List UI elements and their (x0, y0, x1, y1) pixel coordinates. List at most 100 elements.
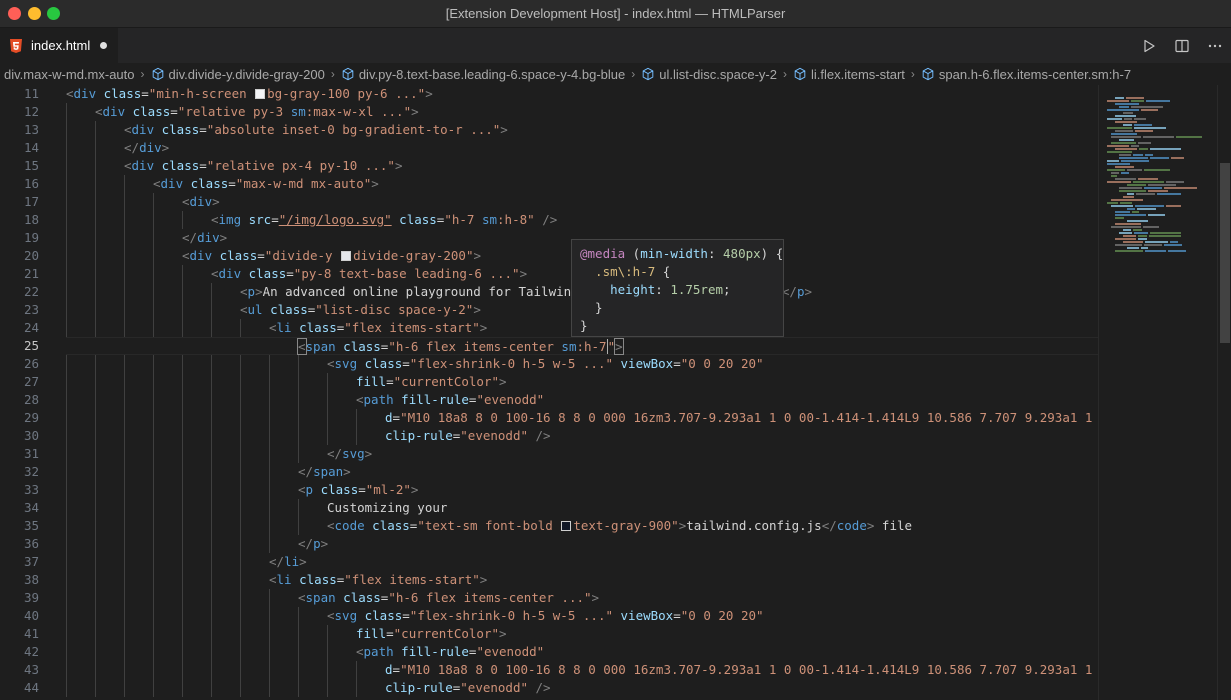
code-token: div (102, 104, 126, 119)
minimap-line (1139, 148, 1148, 150)
code-token: < (327, 356, 335, 371)
breadcrumb-item[interactable]: li.flex.items-start (793, 67, 905, 82)
code-token: = (141, 86, 149, 101)
minimap-line (1107, 160, 1119, 162)
code-line[interactable]: </div> (66, 139, 1098, 157)
minimap-line (1141, 247, 1148, 249)
code-line[interactable]: fill="currentColor"> (66, 373, 1098, 391)
breadcrumb-separator-icon: › (783, 67, 787, 81)
code-line[interactable]: d="M10 18a8 8 0 100-16 8 8 0 000 16zm3.7… (66, 661, 1098, 679)
code-token: li (276, 572, 292, 587)
code-line[interactable]: <code class="text-sm font-bold text-gray… (66, 517, 1098, 535)
minimap-line (1119, 139, 1134, 141)
minimap-line (1123, 229, 1131, 231)
code-token: < (356, 392, 364, 407)
code-token: > (394, 158, 403, 173)
minimap-line (1115, 148, 1137, 150)
code-token: : (655, 282, 671, 297)
code-token: } (580, 300, 603, 315)
code-line[interactable]: <span class="h-6 flex items-center ..."> (66, 589, 1098, 607)
split-editor-button[interactable] (1165, 28, 1198, 63)
code-line[interactable]: </span> (66, 463, 1098, 481)
code-line[interactable]: <div class="relative px-4 py-10 ..."> (66, 157, 1098, 175)
code-line[interactable]: <div> (66, 193, 1098, 211)
minimap-line (1115, 178, 1136, 180)
code-line[interactable]: Customizing your (66, 499, 1098, 517)
color-swatch[interactable] (341, 251, 352, 261)
matched-bracket: > (614, 338, 624, 355)
code-line[interactable]: <div class="max-w-md mx-auto"> (66, 175, 1098, 193)
code-token: "0 0 20 20" (680, 356, 764, 371)
color-swatch[interactable] (561, 521, 572, 531)
code-line[interactable]: clip-rule="evenodd" /> (66, 679, 1098, 697)
code-token: = (358, 482, 366, 497)
code-token: > (364, 446, 373, 461)
editor-tab-bar: index.html (0, 28, 1231, 63)
minimap-line (1150, 232, 1181, 234)
code-line[interactable]: </li> (66, 553, 1098, 571)
more-actions-button[interactable] (1198, 28, 1231, 63)
code-line[interactable]: <li class="flex items-start"> (66, 571, 1098, 589)
code-line[interactable]: <span class="h-6 flex items-center sm:h-… (66, 337, 1098, 355)
minimap-line (1107, 169, 1125, 171)
unsaved-dot-icon[interactable] (100, 42, 108, 49)
code-line[interactable]: <div class="relative py-3 sm:max-w-xl ..… (66, 103, 1098, 121)
breadcrumb-item[interactable]: div.divide-y.divide-gray-200 (151, 67, 325, 82)
code-token: d (385, 410, 393, 425)
code-token: "max-w-md mx-auto" (235, 176, 372, 191)
line-number: 23 (23, 302, 39, 317)
code-line[interactable]: clip-rule="evenodd" /> (66, 427, 1098, 445)
code-link[interactable]: "/img/logo.svg" (279, 212, 392, 227)
code-line[interactable]: d="M10 18a8 8 0 100-16 8 8 0 000 16zm3.7… (66, 409, 1098, 427)
color-swatch[interactable] (255, 89, 266, 99)
code-token: < (240, 284, 248, 299)
tab-index-html[interactable]: index.html (0, 28, 118, 63)
code-line[interactable]: </p> (66, 535, 1098, 553)
breadcrumb-item[interactable]: div.max-w-md.mx-auto (4, 67, 135, 82)
code-token: = (271, 212, 279, 227)
minimap-line (1121, 160, 1149, 162)
code-line[interactable]: <p class="ml-2"> (66, 481, 1098, 499)
line-number: 17 (23, 194, 39, 209)
minimap-line (1115, 166, 1134, 168)
minimap-line (1131, 100, 1144, 102)
code-token: < (327, 608, 335, 623)
code-token: @media (580, 246, 626, 261)
minimap-line (1138, 238, 1147, 240)
code-area[interactable]: <div class="min-h-screen bg-gray-100 py-… (66, 85, 1098, 700)
matched-bracket: < (297, 338, 307, 355)
code-token: class (391, 212, 437, 227)
code-token: = (228, 176, 236, 191)
minimap[interactable] (1098, 85, 1217, 700)
breadcrumb: div.max-w-md.mx-auto › div.divide-y.divide… (0, 63, 1231, 85)
code-token: > (473, 248, 482, 263)
breadcrumb-item[interactable]: ul.list-disc.space-y-2 (641, 67, 777, 82)
code-line[interactable]: <div class="min-h-screen bg-gray-100 py-… (66, 85, 1098, 103)
code-line[interactable]: <img src="/img/logo.svg" class="h-7 sm:h… (66, 211, 1098, 229)
vertical-scrollbar[interactable] (1217, 85, 1231, 700)
breadcrumb-item[interactable]: span.h-6.flex.items-center.sm:h-7 (921, 67, 1131, 82)
code-token: "list-disc space-y-2" (315, 302, 474, 317)
code-line[interactable]: fill="currentColor"> (66, 625, 1098, 643)
window-title: [Extension Development Host] - index.htm… (445, 6, 786, 21)
code-token: </ (298, 536, 314, 551)
scrollbar-thumb[interactable] (1220, 163, 1230, 343)
breadcrumb-item[interactable]: div.py-8.text-base.leading-6.space-y-4.b… (341, 67, 625, 82)
run-button[interactable] (1132, 28, 1165, 63)
minimap-line (1135, 205, 1164, 207)
code-line[interactable]: <path fill-rule="evenodd" (66, 643, 1098, 661)
line-number: 40 (23, 608, 39, 623)
code-line[interactable]: <div class="absolute inset-0 bg-gradient… (66, 121, 1098, 139)
code-line[interactable]: </svg> (66, 445, 1098, 463)
code-line[interactable]: <svg class="flex-shrink-0 h-5 w-5 ..." v… (66, 607, 1098, 625)
code-editor[interactable]: 11 12 13 14 15 16 17 18 19 20 21 22 23 24 25 26 27 28 29 30… (0, 85, 1098, 700)
hover-tooltip: @media (min-width: 480px) { .sm\:h-7 { h… (571, 239, 784, 337)
code-line[interactable]: <svg class="flex-shrink-0 h-5 w-5 ..." v… (66, 355, 1098, 373)
breadcrumb-label: li.flex.items-start (811, 66, 905, 82)
code-token: > (425, 86, 433, 101)
minimap-line (1127, 220, 1148, 222)
code-token: "h-6 flex items-center ..." (388, 590, 592, 605)
code-token: "divide-y (264, 248, 341, 263)
code-line[interactable]: <path fill-rule="evenodd" (66, 391, 1098, 409)
code-token: div (189, 194, 213, 209)
